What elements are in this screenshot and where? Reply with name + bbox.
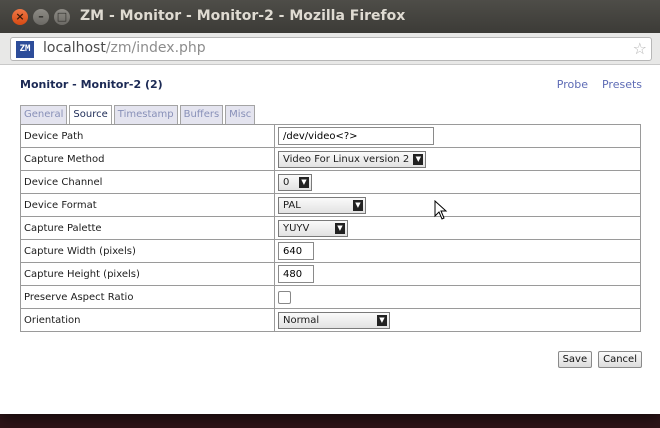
presets-link[interactable]: Presets	[602, 78, 642, 91]
select-value: Normal	[283, 314, 320, 326]
tab-misc[interactable]: Misc	[225, 105, 256, 124]
table-row: Capture Method Video For Linux version 2…	[20, 147, 641, 171]
mouse-pointer-icon	[434, 200, 448, 220]
field-label: Capture Method	[20, 147, 275, 171]
tab-source[interactable]: Source	[69, 105, 112, 125]
chevron-down-icon: ▼	[299, 176, 309, 188]
tab-buffers[interactable]: Buffers	[179, 105, 224, 124]
table-row: Capture Palette YUYV ▼	[20, 216, 641, 240]
device-path-input[interactable]	[278, 127, 434, 145]
chevron-down-icon: ▼	[335, 222, 345, 234]
maximize-icon[interactable]: □	[54, 9, 70, 25]
browser-window: × – □ ZM - Monitor - Monitor-2 - Mozilla…	[0, 0, 660, 414]
tab-bar: General Source Timestamp Buffers Misc	[20, 105, 256, 125]
page-content: Monitor - Monitor-2 (2) Probe Presets Ge…	[0, 66, 660, 414]
field-label: Device Path	[20, 124, 275, 148]
field-label: Capture Height (pixels)	[20, 262, 275, 286]
device-format-select[interactable]: PAL ▼	[278, 196, 366, 214]
save-button[interactable]: Save	[557, 351, 593, 368]
navigation-bar: ZM localhost/zm/index.php ☆	[0, 33, 660, 65]
window-title: ZM - Monitor - Monitor-2 - Mozilla Firef…	[80, 8, 406, 24]
form-actions: Save Cancel	[557, 351, 642, 368]
field-label: Capture Width (pixels)	[20, 239, 275, 263]
orientation-select[interactable]: Normal ▼	[278, 311, 390, 329]
page-title: Monitor - Monitor-2 (2)	[20, 78, 163, 91]
select-value: PAL	[283, 199, 301, 211]
select-value: 0	[283, 176, 290, 188]
cancel-button[interactable]: Cancel	[598, 351, 642, 368]
capture-width-input[interactable]	[278, 242, 314, 260]
field-label: Capture Palette	[20, 216, 275, 240]
table-row: Device Path	[20, 124, 641, 148]
tab-timestamp[interactable]: Timestamp	[113, 105, 178, 124]
preserve-aspect-checkbox[interactable]	[278, 290, 291, 304]
url-path: /zm/index.php	[105, 40, 206, 56]
bookmark-star-icon[interactable]: ☆	[633, 39, 647, 58]
table-row: Capture Height (pixels)	[20, 262, 641, 286]
chevron-down-icon: ▼	[413, 153, 424, 165]
field-label: Device Format	[20, 193, 275, 217]
site-favicon-icon: ZM	[16, 41, 34, 58]
device-channel-select[interactable]: 0 ▼	[278, 173, 312, 191]
close-icon[interactable]: ×	[12, 9, 28, 25]
title-bar: × – □ ZM - Monitor - Monitor-2 - Mozilla…	[0, 0, 660, 33]
source-settings-table: Device Path Capture Method Video For Lin…	[20, 124, 641, 332]
table-row: Device Format PAL ▼	[20, 193, 641, 217]
field-label: Device Channel	[20, 170, 275, 194]
capture-palette-select[interactable]: YUYV ▼	[278, 219, 348, 237]
url-host: localhost	[43, 40, 106, 56]
capture-height-input[interactable]	[278, 265, 314, 283]
select-value: Video For Linux version 2	[283, 153, 410, 165]
capture-method-select[interactable]: Video For Linux version 2 ▼	[278, 150, 427, 168]
header-links: Probe Presets	[557, 78, 642, 91]
url-input[interactable]: ZM localhost/zm/index.php ☆	[10, 37, 652, 61]
minimize-icon[interactable]: –	[33, 9, 49, 25]
select-value: YUYV	[283, 222, 310, 234]
table-row: Device Channel 0 ▼	[20, 170, 641, 194]
chevron-down-icon: ▼	[353, 199, 363, 211]
field-label: Orientation	[20, 308, 275, 332]
url-text: localhost/zm/index.php	[43, 40, 206, 56]
table-row: Preserve Aspect Ratio	[20, 285, 641, 309]
table-row: Capture Width (pixels)	[20, 239, 641, 263]
probe-link[interactable]: Probe	[557, 78, 588, 91]
tab-general[interactable]: General	[20, 105, 68, 124]
field-label: Preserve Aspect Ratio	[20, 285, 275, 309]
chevron-down-icon: ▼	[377, 314, 387, 326]
table-row: Orientation Normal ▼	[20, 308, 641, 332]
